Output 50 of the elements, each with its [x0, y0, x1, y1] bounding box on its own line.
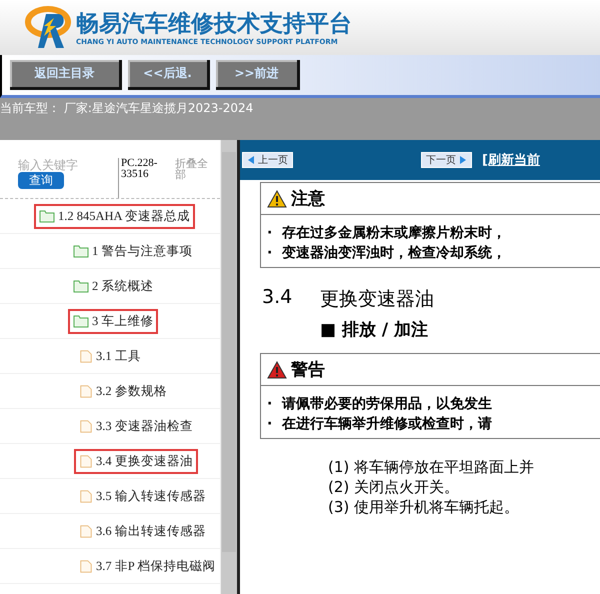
nav-button[interactable]: 返回主目录 — [10, 60, 122, 90]
folder-icon — [73, 244, 89, 258]
step-text: (1) 将车辆停放在平坦路面上并 — [328, 457, 536, 477]
tree-item[interactable]: 3.4 更换变速器油 — [74, 448, 198, 474]
tree-item[interactable]: 3.1 工具 — [74, 344, 146, 368]
refresh-link[interactable]: [刷新当前 — [482, 151, 540, 169]
document-icon — [79, 348, 93, 364]
site-title: 畅易汽车维修技术支持平台 — [76, 10, 352, 38]
warning-icon — [267, 190, 287, 208]
part-code: PC.228-33516 — [118, 158, 171, 198]
scrollbar[interactable] — [220, 140, 237, 594]
step-text: (3) 使用举升机将车辆托起。 — [328, 497, 520, 517]
right-arrow-icon — [459, 156, 467, 164]
document-icon — [79, 558, 93, 574]
bullet-text: · 变速器油变浑浊时，检查冷却系统， — [266, 244, 508, 263]
tree-item[interactable]: 1.2 845AHA 变速器总成 — [34, 204, 196, 228]
tree-item[interactable]: 2 系统概述 — [68, 274, 158, 298]
logo-icon — [24, 6, 72, 50]
tree-item[interactable]: 3.3 变速器油检查 — [74, 414, 198, 438]
nav-button[interactable]: <<后退. — [128, 60, 210, 90]
tree-item[interactable]: 3 车上维修 — [68, 308, 158, 334]
tree-item[interactable]: 3.2 参数规格 — [74, 378, 172, 404]
tree-item[interactable]: 3.5 输入转速传感器 — [74, 484, 211, 508]
subheading: ■ 排放 / 加注 — [320, 320, 428, 340]
tree-item[interactable]: 3.6 输出转速传感器 — [74, 518, 211, 544]
nav-button[interactable]: >>前进 — [216, 60, 300, 90]
warning-icon — [267, 360, 287, 378]
document-icon — [79, 488, 93, 504]
current-model-text: 当前车型： 厂家:星途汽车星途揽月2023-2024 — [0, 101, 254, 115]
step-text: (2) 关闭点火开关。 — [328, 477, 460, 497]
bullet-text: · 在进行车辆举升维修或检查时，请 — [266, 414, 494, 434]
section-number: 3.4 — [262, 286, 292, 310]
prev-page-button[interactable]: 上一页 — [242, 152, 293, 168]
tree-item[interactable]: 3.7 非P 档保持电磁阀 — [74, 554, 220, 578]
document-icon — [79, 383, 93, 399]
tree-item[interactable]: 1 警告与注意事项 — [68, 238, 198, 264]
section-heading: 更换变速器油 — [320, 287, 434, 312]
folder-icon — [39, 209, 55, 223]
bullet-text: · 请佩带必要的劳保用品，以免发生 — [266, 395, 494, 414]
next-page-button[interactable]: 下一页 — [421, 152, 472, 168]
document-icon — [79, 453, 93, 469]
bullet-text: · 存在过多金属粉末或摩擦片粉末时， — [266, 224, 508, 243]
left-arrow-icon — [247, 156, 255, 164]
search-button[interactable]: 查询 — [18, 172, 64, 189]
box-title: 警告 — [291, 359, 325, 381]
document-icon — [79, 418, 93, 434]
folder-icon — [73, 279, 89, 293]
document-icon — [79, 523, 93, 539]
box-title: 注意 — [291, 188, 325, 210]
folder-icon — [73, 314, 89, 328]
